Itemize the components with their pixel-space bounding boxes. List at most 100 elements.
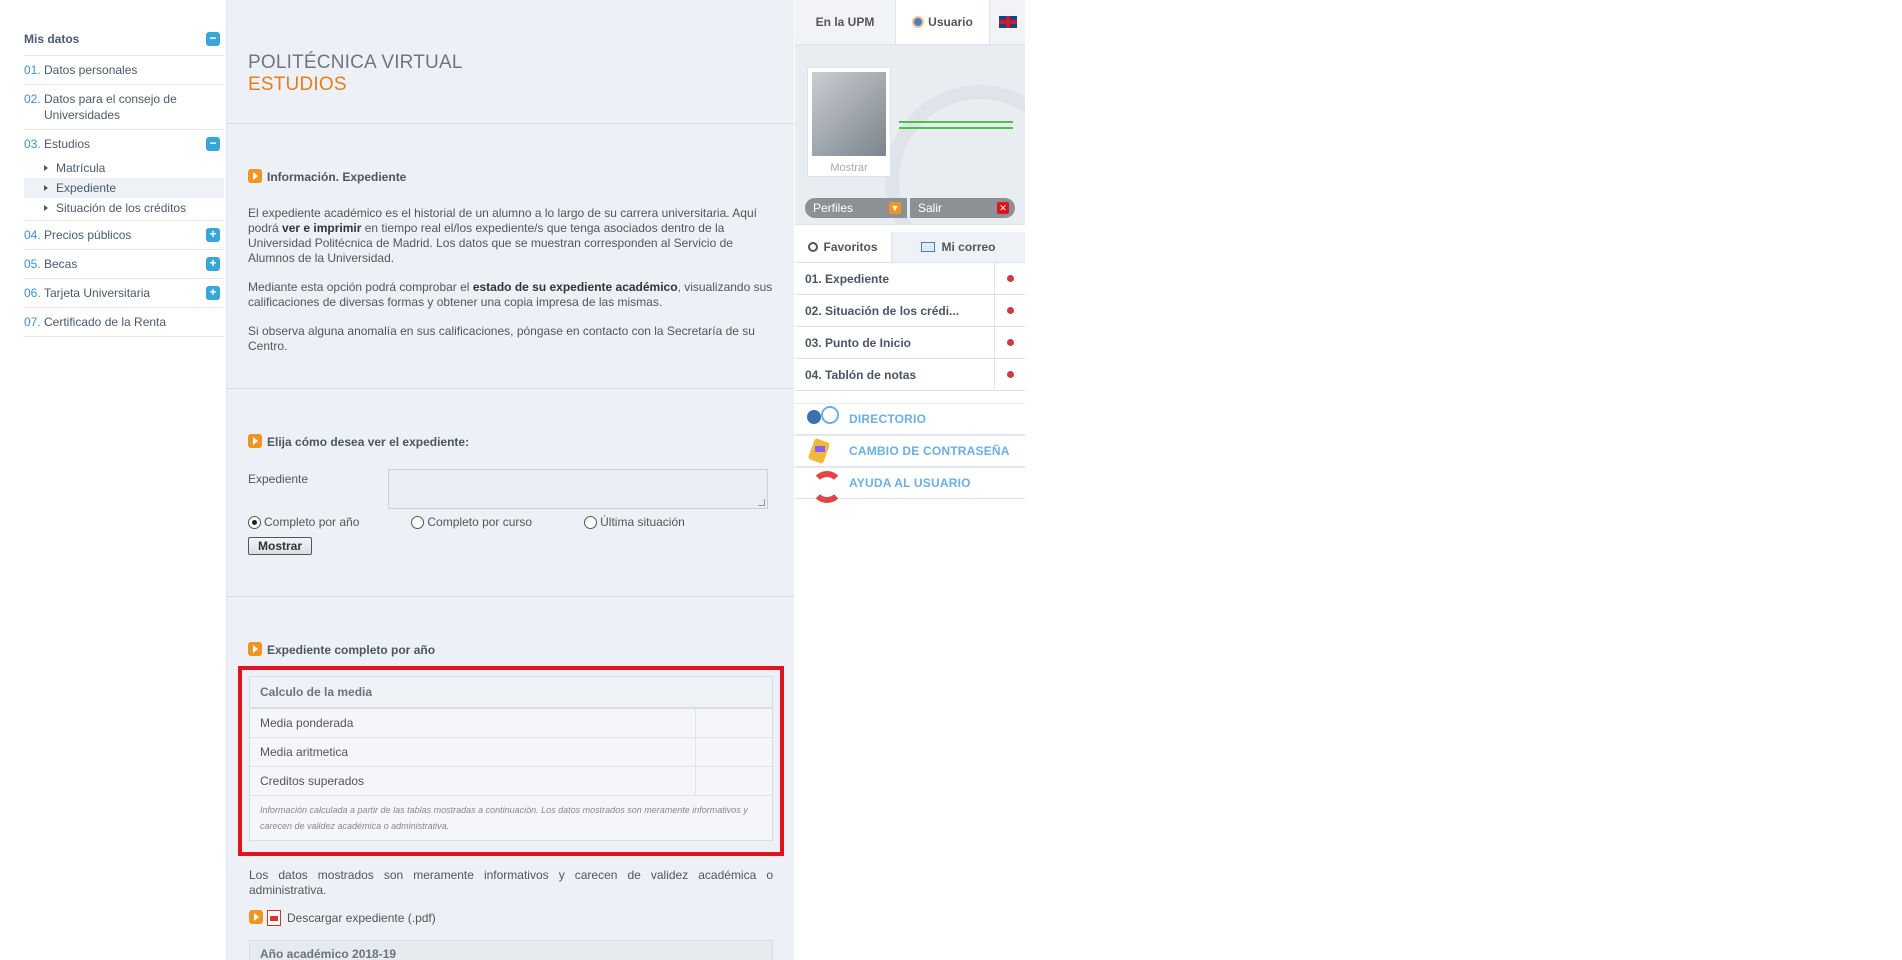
view-mode-radios: Completo por año Completo por curso Últi… bbox=[248, 515, 774, 529]
sidebar-item-estudios[interactable]: 03. Estudios − bbox=[24, 130, 224, 158]
choose-title-label: Elija cómo desea ver el expediente: bbox=[267, 435, 470, 449]
favorite-item[interactable]: 01. Expediente bbox=[795, 263, 1025, 295]
expand-icon[interactable]: + bbox=[206, 286, 220, 300]
page-header: POLITÉCNICA VIRTUAL ESTUDIOS bbox=[227, 0, 794, 124]
sidebar-subitem-expediente[interactable]: Expediente bbox=[24, 178, 224, 198]
media-value bbox=[696, 738, 772, 766]
download-link[interactable]: Descargar expediente (.pdf) bbox=[249, 910, 436, 926]
tool-directorio[interactable]: DIRECTORIO bbox=[795, 403, 1025, 435]
radio-unchecked-icon[interactable] bbox=[584, 515, 598, 529]
info-section-title: Información. Expediente bbox=[248, 169, 774, 184]
sidebar-item-becas[interactable]: 05. Becas + bbox=[24, 250, 224, 279]
close-icon: ✕ bbox=[997, 202, 1009, 214]
remove-favorite-button[interactable] bbox=[995, 275, 1025, 282]
sidebar-title[interactable]: Mis datos − bbox=[24, 22, 224, 56]
media-label: Creditos superados bbox=[250, 767, 696, 795]
tool-label[interactable]: AYUDA AL USUARIO bbox=[849, 476, 971, 490]
sidebar-logo-fragment bbox=[24, 0, 224, 22]
remove-favorite-button[interactable] bbox=[995, 339, 1025, 346]
item-number: 07. bbox=[24, 315, 41, 329]
media-row-ponderada: Media ponderada bbox=[250, 709, 772, 738]
radio-unchecked-icon[interactable] bbox=[411, 515, 425, 529]
radio-completo-por-ano[interactable]: Completo por año bbox=[248, 515, 359, 529]
info-title-label: Información. Expediente bbox=[267, 170, 407, 184]
salir-button[interactable]: Salir ✕ bbox=[910, 198, 1015, 218]
item-label: Certificado de la Renta bbox=[44, 315, 167, 329]
media-note: Información calculada a partir de las ta… bbox=[260, 805, 748, 831]
favorite-item[interactable]: 04. Tablón de notas bbox=[795, 359, 1025, 391]
arrow-down-icon: ▼ bbox=[889, 202, 901, 214]
sidebar-subitem-situacion-creditos[interactable]: Situación de los créditos bbox=[24, 198, 224, 218]
expediente-label: Expediente bbox=[248, 472, 309, 486]
favorite-item[interactable]: 02. Situación de los crédi... bbox=[795, 295, 1025, 327]
favorites-tabs: Favoritos Mi correo bbox=[795, 232, 1025, 263]
sidebar-item-tarjeta-universitaria[interactable]: 06. Tarjeta Universitaria + bbox=[24, 279, 224, 308]
radio-checked-icon[interactable] bbox=[248, 515, 261, 529]
sidebar-item-datos-personales[interactable]: 01. Datos personales bbox=[24, 56, 224, 85]
item-label: Datos para el consejo de Universidades bbox=[44, 92, 177, 122]
user-icon bbox=[912, 16, 925, 28]
remove-favorite-button[interactable] bbox=[995, 307, 1025, 314]
triangle-right-icon bbox=[44, 185, 48, 191]
user-panel: En la UPM Usuario Mostrar Perfiles ▼ Sal… bbox=[795, 0, 1025, 665]
pdf-icon bbox=[267, 910, 281, 926]
expediente-select-box[interactable] bbox=[388, 469, 768, 509]
sidebar-subitem-matricula[interactable]: Matrícula bbox=[24, 158, 224, 178]
tool-ayuda-usuario[interactable]: AYUDA AL USUARIO bbox=[795, 467, 1025, 503]
password-change-icon bbox=[803, 438, 839, 464]
main-content: POLITÉCNICA VIRTUAL ESTUDIOS Información… bbox=[226, 0, 794, 960]
item-number: 06. bbox=[24, 286, 41, 300]
user-photo[interactable]: Mostrar bbox=[807, 67, 891, 177]
radio-completo-por-curso[interactable]: Completo por curso bbox=[411, 515, 532, 529]
triangle-right-icon bbox=[44, 165, 48, 171]
remove-dot-icon[interactable] bbox=[1006, 307, 1014, 314]
item-number: 03. bbox=[24, 137, 41, 151]
sidebar-item-consejo-universidades[interactable]: 02. Datos para el consejo de Universidad… bbox=[24, 85, 224, 130]
favorite-label[interactable]: 01. Expediente bbox=[795, 263, 995, 294]
info-paragraph-2: Mediante esta opción podrá comprobar el … bbox=[248, 280, 774, 310]
language-toggle[interactable] bbox=[990, 0, 1025, 44]
radio-ultima-situacion[interactable]: Última situación bbox=[584, 515, 685, 529]
tab-usuario[interactable]: Usuario bbox=[895, 0, 990, 44]
favorite-label[interactable]: 02. Situación de los crédi... bbox=[795, 295, 995, 326]
item-label: Becas bbox=[44, 257, 78, 271]
radio-label: Completo por curso bbox=[427, 515, 533, 529]
media-row-aritmetica: Media aritmetica bbox=[250, 738, 772, 767]
tool-label[interactable]: CAMBIO DE CONTRASEÑA bbox=[849, 444, 1010, 458]
expand-icon[interactable]: + bbox=[206, 257, 220, 271]
remove-dot-icon[interactable] bbox=[1006, 371, 1014, 378]
remove-favorite-button[interactable] bbox=[995, 371, 1025, 378]
triangle-right-icon bbox=[44, 205, 48, 211]
result-section: Expediente completo por año bbox=[227, 597, 794, 657]
media-label: Media aritmetica bbox=[250, 738, 696, 766]
tool-cambio-contrasena[interactable]: CAMBIO DE CONTRASEÑA bbox=[795, 435, 1025, 467]
media-card-title: Calculo de la media bbox=[250, 677, 772, 709]
tab-mi-correo[interactable]: Mi correo bbox=[892, 232, 1025, 262]
lifebuoy-icon bbox=[803, 470, 843, 503]
remove-dot-icon[interactable] bbox=[1006, 275, 1014, 282]
collapse-icon[interactable]: − bbox=[206, 31, 220, 46]
favorite-label[interactable]: 03. Punto de Inicio bbox=[795, 327, 995, 358]
info-paragraph-1: El expediente académico es el historial … bbox=[248, 206, 774, 266]
choose-section: Elija cómo desea ver el expediente: Expe… bbox=[227, 389, 794, 597]
arrow-bullet-icon bbox=[248, 642, 262, 656]
collapse-icon[interactable]: − bbox=[206, 137, 220, 151]
photo-caption[interactable]: Mostrar bbox=[808, 162, 890, 174]
salir-label: Salir bbox=[918, 201, 943, 215]
sidebar-item-certificado-renta[interactable]: 07. Certificado de la Renta bbox=[24, 308, 224, 337]
perfiles-button[interactable]: Perfiles ▼ bbox=[805, 198, 907, 218]
mostrar-button[interactable]: Mostrar bbox=[248, 537, 313, 555]
tool-label[interactable]: DIRECTORIO bbox=[849, 412, 926, 426]
arrow-bullet-icon bbox=[249, 910, 263, 924]
favorite-label[interactable]: 04. Tablón de notas bbox=[795, 359, 995, 390]
expand-icon[interactable]: + bbox=[206, 228, 220, 242]
top-tabs: En la UPM Usuario bbox=[795, 0, 1025, 45]
media-card: Calculo de la media Media ponderada Medi… bbox=[249, 676, 773, 841]
sidebar-item-precios-publicos[interactable]: 04. Precios públicos + bbox=[24, 221, 224, 250]
remove-dot-icon[interactable] bbox=[1006, 339, 1014, 346]
favorite-item[interactable]: 03. Punto de Inicio bbox=[795, 327, 1025, 359]
tab-en-la-upm[interactable]: En la UPM bbox=[795, 0, 895, 44]
download-label[interactable]: Descargar expediente (.pdf) bbox=[287, 911, 436, 925]
uk-flag-icon[interactable] bbox=[998, 16, 1017, 28]
tab-favoritos[interactable]: Favoritos bbox=[795, 232, 892, 262]
